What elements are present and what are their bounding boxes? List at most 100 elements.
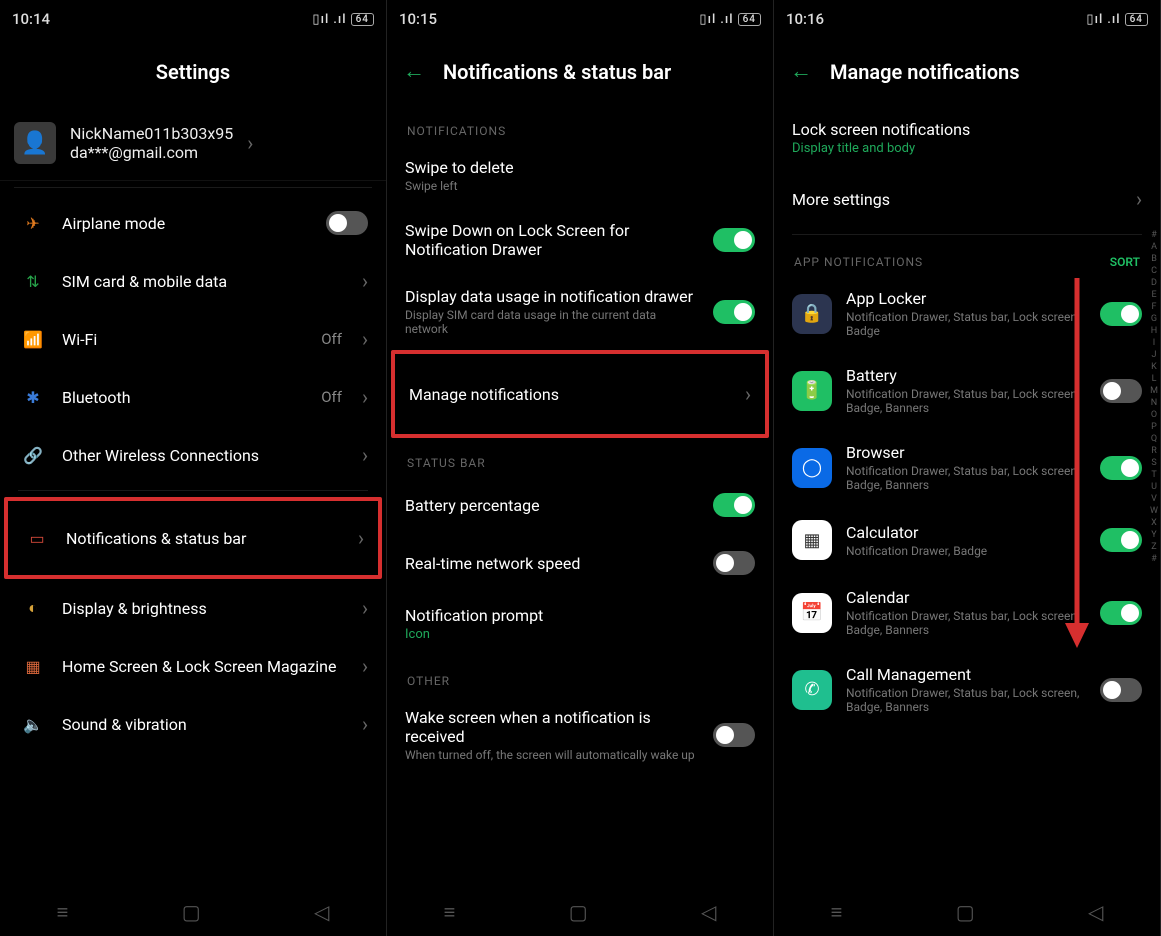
alpha-X[interactable]: X xyxy=(1150,518,1158,528)
nav-back[interactable]: ◁ xyxy=(701,900,716,924)
app-icon: ◯ xyxy=(792,448,832,488)
toggle-swipe-down[interactable] xyxy=(713,228,755,252)
alpha-V[interactable]: V xyxy=(1150,494,1158,504)
alpha-P[interactable]: P xyxy=(1150,422,1158,432)
alpha-N[interactable]: N xyxy=(1150,398,1158,408)
nav-recents[interactable]: ≡ xyxy=(57,900,69,925)
alpha-Y[interactable]: Y xyxy=(1150,530,1158,540)
toggle-app[interactable] xyxy=(1100,528,1142,552)
profile-name: NickName011b303x95 xyxy=(70,124,233,143)
alpha-J[interactable]: J xyxy=(1150,350,1158,360)
nav-bar: ≡ ▢ ◁ xyxy=(774,888,1160,936)
section-app-notifications: APP NOTIFICATIONS xyxy=(794,255,923,269)
row-swipe-to-delete[interactable]: Swipe to delete Swipe left xyxy=(391,144,769,207)
toggle-airplane[interactable] xyxy=(326,211,368,235)
toggle-app[interactable] xyxy=(1100,456,1142,480)
alpha-Z[interactable]: Z xyxy=(1150,542,1158,552)
chevron-right-icon: › xyxy=(1136,187,1142,211)
toggle-battery-percentage[interactable] xyxy=(713,493,755,517)
alpha-D[interactable]: D xyxy=(1150,278,1158,288)
row-label: Sound & vibration xyxy=(62,715,348,734)
section-other: OTHER xyxy=(391,656,769,694)
back-button[interactable]: ← xyxy=(403,61,425,83)
alpha-T[interactable]: T xyxy=(1150,470,1158,480)
app-row-app-locker[interactable]: 🔒App LockerNotification Drawer, Status b… xyxy=(778,275,1156,352)
alpha-O[interactable]: O xyxy=(1150,410,1158,420)
row-swipe-down-lock-screen[interactable]: Swipe Down on Lock Screen for Notificati… xyxy=(391,207,769,273)
alpha-#[interactable]: # xyxy=(1150,554,1158,564)
alpha-W[interactable]: W xyxy=(1150,506,1158,516)
settings-row-sim[interactable]: ⇅SIM card & mobile data› xyxy=(4,252,382,310)
settings-row-homescreen[interactable]: ▦Home Screen & Lock Screen Magazine› xyxy=(4,637,382,695)
settings-row-notification[interactable]: ▭Notifications & status bar› xyxy=(4,497,382,579)
row-realtime-network-speed[interactable]: Real-time network speed xyxy=(391,534,769,592)
alpha-G[interactable]: G xyxy=(1150,314,1158,324)
app-row-call-management[interactable]: ✆Call ManagementNotification Drawer, Sta… xyxy=(778,651,1156,728)
signal-icon-2: .ıl xyxy=(333,12,346,27)
toggle-network-speed[interactable] xyxy=(713,551,755,575)
alpha-L[interactable]: L xyxy=(1150,374,1158,384)
toggle-app[interactable] xyxy=(1100,678,1142,702)
toggle-data-usage[interactable] xyxy=(713,300,755,324)
nav-back[interactable]: ◁ xyxy=(1088,900,1103,924)
app-sub: Notification Drawer, Status bar, Lock sc… xyxy=(846,464,1086,492)
page-title: Notifications & status bar xyxy=(443,60,671,84)
brightness-icon: ◐ xyxy=(18,593,48,623)
app-row-calendar[interactable]: 📅CalendarNotification Drawer, Status bar… xyxy=(778,574,1156,651)
settings-row-bluetooth[interactable]: ✱BluetoothOff› xyxy=(4,368,382,426)
chevron-right-icon: › xyxy=(362,385,368,409)
settings-row-sound[interactable]: 🔈Sound & vibration› xyxy=(4,695,382,753)
toggle-app[interactable] xyxy=(1100,379,1142,403)
alpha-E[interactable]: E xyxy=(1150,290,1158,300)
settings-row-brightness[interactable]: ◐Display & brightness› xyxy=(4,579,382,637)
alpha-K[interactable]: K xyxy=(1150,362,1158,372)
settings-row-airplane[interactable]: ✈Airplane mode xyxy=(4,194,382,252)
alpha-U[interactable]: U xyxy=(1150,482,1158,492)
alpha-#[interactable]: # xyxy=(1150,230,1158,240)
nav-home[interactable]: ▢ xyxy=(569,900,588,924)
alpha-M[interactable]: M xyxy=(1150,386,1158,396)
toggle-app[interactable] xyxy=(1100,601,1142,625)
nav-home[interactable]: ▢ xyxy=(956,900,975,924)
alpha-A[interactable]: A xyxy=(1150,242,1158,252)
alpha-R[interactable]: R xyxy=(1150,446,1158,456)
row-more-settings[interactable]: More settings › xyxy=(778,170,1156,228)
row-label: Wi-Fi xyxy=(62,330,307,349)
nav-home[interactable]: ▢ xyxy=(182,900,201,924)
row-manage-notifications[interactable]: Manage notifications › xyxy=(391,350,769,438)
app-sub: Notification Drawer, Badge xyxy=(846,544,1086,558)
settings-row-wireless[interactable]: 🔗Other Wireless Connections› xyxy=(4,426,382,484)
nav-recents[interactable]: ≡ xyxy=(831,900,843,925)
row-battery-percentage[interactable]: Battery percentage xyxy=(391,476,769,534)
app-row-browser[interactable]: ◯BrowserNotification Drawer, Status bar,… xyxy=(778,429,1156,506)
alpha-I[interactable]: I xyxy=(1150,338,1158,348)
nav-recents[interactable]: ≡ xyxy=(444,900,456,925)
alpha-S[interactable]: S xyxy=(1150,458,1158,468)
toggle-app[interactable] xyxy=(1100,302,1142,326)
chevron-right-icon: › xyxy=(745,382,751,406)
toggle-wake-screen[interactable] xyxy=(713,723,755,747)
alpha-C[interactable]: C xyxy=(1150,266,1158,276)
app-row-calculator[interactable]: ▦CalculatorNotification Drawer, Badge xyxy=(778,506,1156,574)
sort-button[interactable]: SORT xyxy=(1110,255,1140,269)
nav-bar: ≡ ▢ ◁ xyxy=(387,888,773,936)
page-title: Settings xyxy=(156,60,230,84)
row-notification-prompt[interactable]: Notification prompt Icon xyxy=(391,592,769,656)
back-button[interactable]: ← xyxy=(790,61,812,83)
app-sub: Notification Drawer, Status bar, Lock sc… xyxy=(846,686,1086,714)
nav-back[interactable]: ◁ xyxy=(314,900,329,924)
alpha-index[interactable]: # ABCDEFGHIJKLMNOPQRSTUVWXYZ # xyxy=(1150,230,1158,564)
alpha-H[interactable]: H xyxy=(1150,326,1158,336)
profile-email: da***@gmail.com xyxy=(70,143,233,162)
row-lock-screen-notifications[interactable]: Lock screen notifications Display title … xyxy=(778,106,1156,170)
row-wake-screen[interactable]: Wake screen when a notification is recei… xyxy=(391,694,769,776)
app-row-battery[interactable]: 🔋BatteryNotification Drawer, Status bar,… xyxy=(778,352,1156,429)
alpha-F[interactable]: F xyxy=(1150,302,1158,312)
row-display-data-usage[interactable]: Display data usage in notification drawe… xyxy=(391,273,769,350)
row-value: Off xyxy=(321,388,342,406)
settings-row-wifi[interactable]: 📶Wi-FiOff› xyxy=(4,310,382,368)
alpha-B[interactable]: B xyxy=(1150,254,1158,264)
alpha-Q[interactable]: Q xyxy=(1150,434,1158,444)
profile-row[interactable]: 👤 NickName011b303x95 da***@gmail.com › xyxy=(0,106,386,181)
signal-icon-2: .ıl xyxy=(1107,12,1120,27)
